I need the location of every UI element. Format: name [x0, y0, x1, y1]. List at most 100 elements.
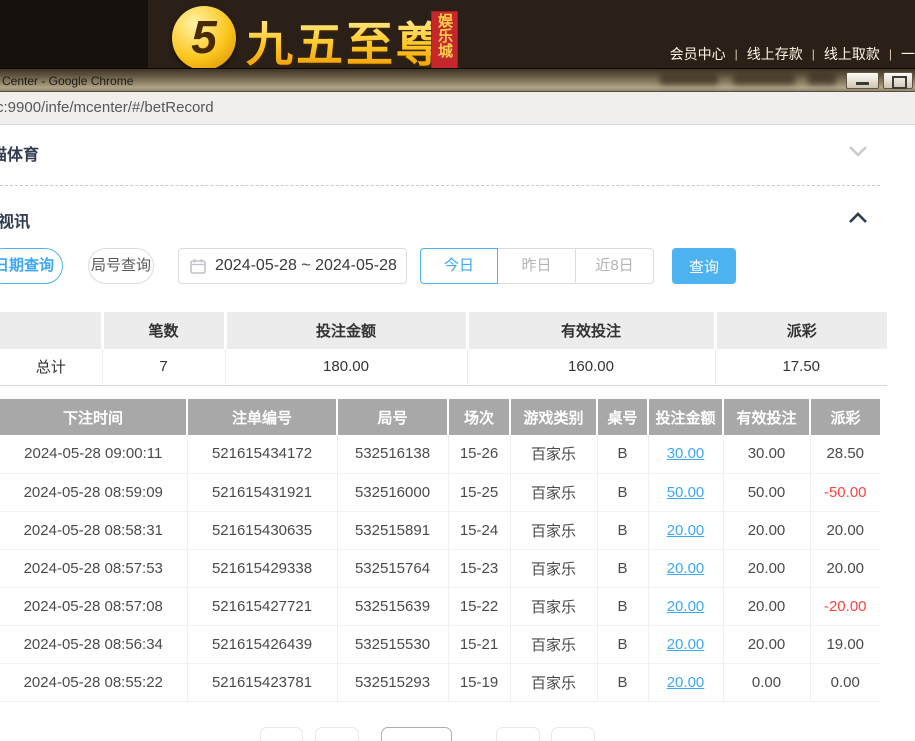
col-table-no: 桌号 [597, 399, 648, 435]
summary-row: 总计 7 180.00 160.00 17.50 [0, 349, 887, 385]
window-titlebar: Center - Google Chrome [0, 68, 915, 92]
search-button[interactable]: 查询 [672, 248, 736, 284]
nav-online-deposit[interactable]: 线上存款 [747, 44, 803, 64]
nav-separator: | [812, 47, 815, 61]
bet-time: 2024-05-28 08:57:08 [0, 587, 187, 625]
bet-amount-link[interactable]: 20.00 [667, 560, 705, 577]
bet-id: 521615434172 [187, 435, 337, 473]
round-id: 532515639 [337, 587, 448, 625]
top-nav: 会员中心 | 线上存款 | 线上取款 | 一 [670, 44, 915, 64]
yesterday-button[interactable]: 昨日 [498, 248, 576, 284]
nav-truncated-item[interactable]: 一 [901, 44, 915, 64]
col-payout: 派彩 [810, 399, 880, 435]
payout: 28.50 [810, 435, 880, 473]
col-bet-amount: 投注金额 [648, 399, 723, 435]
pagination-button[interactable] [315, 727, 359, 741]
bet-amount-link[interactable]: 20.00 [667, 674, 705, 691]
bet-record-table: 下注时间 注单编号 局号 场次 游戏类别 桌号 投注金额 有效投注 派彩 202… [0, 399, 880, 702]
nav-separator: | [735, 47, 738, 61]
table-no: B [597, 549, 648, 587]
bet-table-body: 2024-05-28 09:00:11521615434172532516138… [0, 435, 880, 701]
bet-amount-link[interactable]: 20.00 [667, 598, 705, 615]
valid-bet: 20.00 [723, 549, 810, 587]
bet-amount-link[interactable]: 30.00 [667, 445, 705, 462]
bet-row: 2024-05-28 08:59:09521615431921532516000… [0, 473, 880, 511]
valid-bet: 50.00 [723, 473, 810, 511]
col-game-type: 游戏类别 [510, 399, 597, 435]
summary-payout: 17.50 [715, 349, 887, 385]
bet-row: 2024-05-28 08:56:34521615426439532515530… [0, 625, 880, 663]
valid-bet: 30.00 [723, 435, 810, 473]
bet-amount: 20.00 [648, 625, 723, 663]
section-sports-title[interactable]: 猫体育 [0, 141, 39, 165]
pagination-button[interactable] [496, 727, 540, 741]
pagination-page-input[interactable] [381, 727, 452, 741]
bet-amount-link[interactable]: 20.00 [667, 522, 705, 539]
maximize-button[interactable] [883, 72, 913, 89]
summary-header-blank [0, 312, 102, 349]
col-bet-id: 注单编号 [187, 399, 337, 435]
pagination-button[interactable] [551, 727, 595, 741]
game-type: 百家乐 [510, 587, 597, 625]
summary-bet-amount: 180.00 [225, 349, 467, 385]
bet-time: 2024-05-28 08:57:53 [0, 549, 187, 587]
session: 15-22 [448, 587, 510, 625]
section-divider [0, 185, 880, 186]
nav-member-center[interactable]: 会员中心 [670, 44, 726, 64]
summary-table: 笔数 投注金额 有效投注 派彩 总计 7 180.00 160.00 17.50 [0, 312, 887, 386]
round-id: 532516138 [337, 435, 448, 473]
address-bar[interactable]: c:9900/infe/mcenter/#/betRecord [0, 92, 915, 125]
bet-row: 2024-05-28 09:00:11521615434172532516138… [0, 435, 880, 473]
bet-id: 521615431921 [187, 473, 337, 511]
round-id: 532515891 [337, 511, 448, 549]
bet-amount-link[interactable]: 20.00 [667, 636, 705, 653]
bet-amount: 20.00 [648, 587, 723, 625]
summary-header-bet-amount: 投注金额 [225, 312, 467, 349]
nav-online-withdraw[interactable]: 线上取款 [824, 44, 880, 64]
bet-time: 2024-05-28 08:56:34 [0, 625, 187, 663]
table-no: B [597, 473, 648, 511]
brand-logo-text: 九五至尊 [246, 6, 446, 75]
bet-time: 2024-05-28 08:58:31 [0, 511, 187, 549]
last8days-button[interactable]: 近8日 [576, 248, 654, 284]
summary-header-valid-bet: 有效投注 [467, 312, 715, 349]
game-type: 百家乐 [510, 549, 597, 587]
bet-id: 521615423781 [187, 663, 337, 701]
nav-separator: | [889, 47, 892, 61]
brand-logo-badge: 娱乐城 [431, 11, 458, 71]
session: 15-26 [448, 435, 510, 473]
date-range-input[interactable]: 2024-05-28 ~ 2024-05-28 [178, 248, 407, 284]
bet-row: 2024-05-28 08:55:22521615423781532515293… [0, 663, 880, 701]
round-id: 532515764 [337, 549, 448, 587]
screen: 5 九五至尊 娱乐城 会员中心 | 线上存款 | 线上取款 | 一 Center… [0, 0, 915, 741]
col-valid-bet: 有效投注 [723, 399, 810, 435]
table-no: B [597, 663, 648, 701]
col-session: 场次 [448, 399, 510, 435]
bet-amount: 30.00 [648, 435, 723, 473]
brand-logo-icon: 5 [172, 6, 236, 70]
table-no: B [597, 435, 648, 473]
chevron-down-icon[interactable] [848, 144, 868, 158]
table-no: B [597, 511, 648, 549]
session: 15-25 [448, 473, 510, 511]
valid-bet: 0.00 [723, 663, 810, 701]
game-type: 百家乐 [510, 511, 597, 549]
col-round-id: 局号 [337, 399, 448, 435]
session: 15-19 [448, 663, 510, 701]
session: 15-24 [448, 511, 510, 549]
minimize-button[interactable] [846, 72, 879, 89]
chevron-up-icon[interactable] [848, 211, 868, 225]
pagination-button[interactable] [260, 727, 303, 741]
table-no: B [597, 625, 648, 663]
bet-id: 521615427721 [187, 587, 337, 625]
session: 15-23 [448, 549, 510, 587]
round-id: 532515293 [337, 663, 448, 701]
date-query-tab[interactable]: 日期查询 [0, 248, 63, 284]
bet-amount-link[interactable]: 50.00 [667, 484, 705, 501]
game-type: 百家乐 [510, 663, 597, 701]
section-live-title[interactable]: 视讯 [0, 208, 30, 232]
summary-header-payout: 派彩 [715, 312, 887, 349]
bet-time: 2024-05-28 09:00:11 [0, 435, 187, 473]
today-button[interactable]: 今日 [420, 248, 498, 284]
round-query-tab[interactable]: 局号查询 [88, 248, 154, 284]
